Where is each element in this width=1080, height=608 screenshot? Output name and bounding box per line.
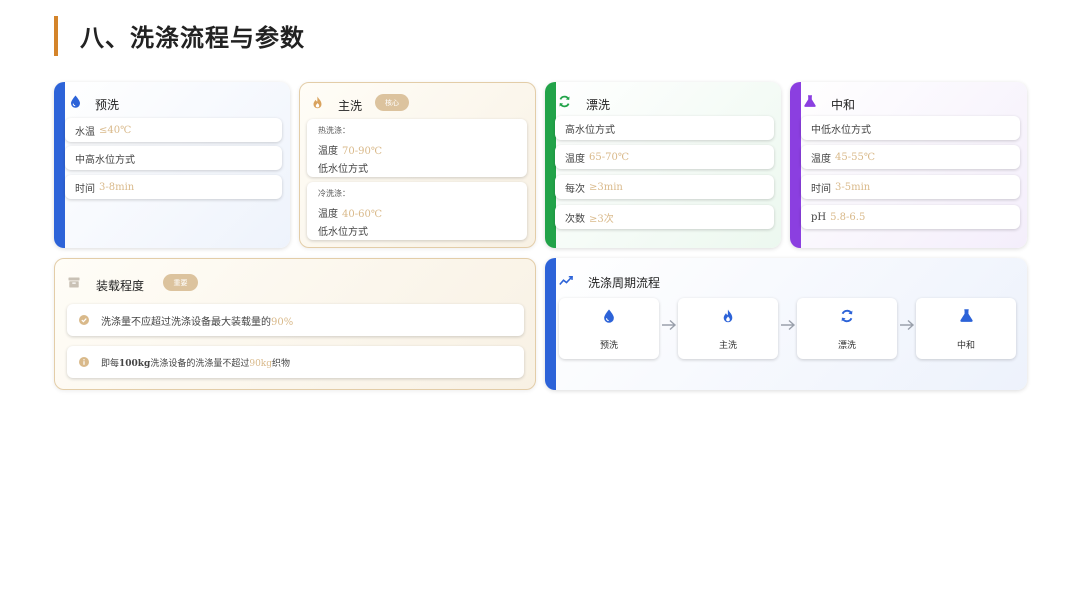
- cold-wash-block: 冷洗涤： 温度 40-60℃ 低水位方式: [307, 182, 527, 240]
- param-label: 时间: [811, 183, 831, 195]
- trend-line-icon: [559, 274, 573, 288]
- param-label: pH: [811, 211, 827, 223]
- param-label: 温度: [318, 146, 338, 157]
- param-label: 温度: [318, 209, 338, 220]
- param-label: 温度: [811, 153, 831, 165]
- info-circle-icon: [67, 357, 101, 367]
- param-value: 40-60℃: [342, 209, 383, 220]
- param-value: 65-70℃: [589, 151, 630, 163]
- param-row: 时间 3-8min: [65, 175, 282, 199]
- param-value: 3-8min: [99, 181, 135, 193]
- mainwash-card: 主洗 核心 热洗涤： 温度 70-90℃ 低水位方式 冷洗涤： 温度 40-60℃ …: [299, 82, 536, 248]
- page-title: 八、洗涤流程与参数: [80, 23, 305, 52]
- card-header: 洗涤周期流程: [545, 258, 1027, 294]
- param-label: 中高水位方式: [75, 154, 135, 166]
- card-title: 主洗: [338, 99, 363, 113]
- card-header: 主洗: [300, 83, 535, 119]
- temp-line: 温度 40-60℃: [318, 205, 382, 220]
- param-label: 高水位方式: [565, 124, 615, 136]
- load-example-row: 即每100kg洗涤设备的洗涤量不超过90kg织物: [67, 346, 524, 378]
- step-label: 中和: [956, 341, 975, 351]
- load-rule-value: 90%: [271, 316, 294, 328]
- param-value: ≥3次: [589, 213, 614, 225]
- load-rule-label: 洗涤量不应超过洗涤设备最大装载量的: [101, 316, 271, 328]
- arrow-right-icon: [900, 319, 915, 331]
- check-circle-icon: [67, 315, 101, 325]
- flask-icon: [803, 94, 817, 108]
- param-label: 每次: [565, 183, 585, 195]
- cycle-step-neutralize: 中和: [916, 298, 1016, 359]
- param-value: 5.8-6.5: [830, 211, 866, 223]
- fire-icon: [310, 95, 324, 109]
- water-drop-icon: [559, 309, 659, 323]
- water-level-line: 低水位方式: [318, 227, 368, 238]
- load-example-prefix: 即每: [101, 358, 120, 369]
- load-card: 装载程度 重要 洗涤量不应超过洗涤设备最大装载量的90% 即每100kg洗涤设备…: [54, 258, 536, 390]
- load-example-suffix: 织物: [272, 358, 291, 369]
- load-rule-text: 洗涤量不应超过洗涤设备最大装载量的90%: [101, 313, 293, 328]
- title-accent-bar: [54, 16, 58, 56]
- card-title: 洗涤周期流程: [588, 276, 661, 290]
- prewash-card: 预洗 水温 ≤40℃ 中高水位方式 时间 3-8min: [54, 82, 290, 248]
- param-row: 时间 3-5min: [801, 175, 1020, 199]
- card-header: 漂洗: [545, 82, 781, 118]
- arrow-right-icon: [781, 319, 796, 331]
- param-label: 次数: [565, 213, 585, 225]
- param-row: 每次 ≥3min: [555, 175, 774, 199]
- box-icon: [67, 275, 81, 289]
- wash-cycle-card: 洗涤周期流程 预洗 主洗 漂洗 中和: [545, 258, 1027, 390]
- card-title: 漂洗: [586, 98, 611, 112]
- param-value: 70-90℃: [342, 146, 383, 157]
- param-label: 时间: [75, 183, 95, 195]
- recycle-icon: [797, 309, 897, 323]
- arrow-right-icon: [662, 319, 677, 331]
- fire-icon: [678, 309, 778, 323]
- step-label: 漂洗: [837, 341, 856, 351]
- card-header: 预洗: [54, 82, 290, 118]
- param-row: pH 5.8-6.5: [801, 205, 1020, 229]
- core-badge: 核心: [375, 94, 409, 111]
- param-row: 高水位方式: [555, 116, 774, 140]
- hot-wash-block: 热洗涤： 温度 70-90℃ 低水位方式: [307, 119, 527, 177]
- param-value: 3-5min: [835, 181, 871, 193]
- cycle-step-mainwash: 主洗: [678, 298, 778, 359]
- water-level-line: 低水位方式: [318, 164, 368, 175]
- hot-wash-label: 热洗涤：: [318, 126, 350, 135]
- load-example-text: 即每100kg洗涤设备的洗涤量不超过90kg织物: [101, 356, 290, 369]
- param-value: ≤40℃: [99, 124, 132, 136]
- param-value: 45-55℃: [835, 151, 876, 163]
- param-label: 中低水位方式: [811, 124, 871, 136]
- cycle-step-rinse: 漂洗: [797, 298, 897, 359]
- param-label: 水温: [75, 126, 95, 138]
- card-title: 中和: [831, 98, 856, 112]
- neutralize-card: 中和 中低水位方式 温度 45-55℃ 时间 3-5min pH 5.8-6.5: [790, 82, 1027, 248]
- param-row: 中低水位方式: [801, 116, 1020, 140]
- cycle-step-prewash: 预洗: [559, 298, 659, 359]
- cold-wash-label: 冷洗涤：: [318, 189, 350, 198]
- load-example-value: 90kg: [249, 358, 273, 369]
- card-title: 预洗: [95, 98, 120, 112]
- rinse-card: 漂洗 高水位方式 温度 65-70℃ 每次 ≥3min 次数 ≥3次: [545, 82, 781, 248]
- water-drop-icon: [68, 94, 82, 108]
- param-label: 温度: [565, 153, 585, 165]
- param-row: 温度 65-70℃: [555, 145, 774, 169]
- param-value: ≥3min: [589, 181, 623, 193]
- recycle-icon: [557, 94, 571, 108]
- param-row: 温度 45-55℃: [801, 145, 1020, 169]
- card-header: 装载程度: [55, 259, 535, 295]
- param-row: 中高水位方式: [65, 146, 282, 170]
- temp-line: 温度 70-90℃: [318, 142, 382, 157]
- step-label: 预洗: [599, 341, 618, 351]
- param-row: 次数 ≥3次: [555, 205, 774, 229]
- load-example-capacity: 100kg: [119, 358, 151, 369]
- param-row: 水温 ≤40℃: [65, 118, 282, 142]
- load-rule-row: 洗涤量不应超过洗涤设备最大装载量的90%: [67, 304, 524, 336]
- card-title: 装载程度: [96, 279, 145, 293]
- important-badge: 重要: [163, 274, 198, 291]
- card-header: 中和: [790, 82, 1027, 118]
- flask-icon: [916, 309, 1016, 322]
- load-example-mid: 洗涤设备的洗涤量不超过: [150, 358, 250, 369]
- step-label: 主洗: [718, 341, 737, 351]
